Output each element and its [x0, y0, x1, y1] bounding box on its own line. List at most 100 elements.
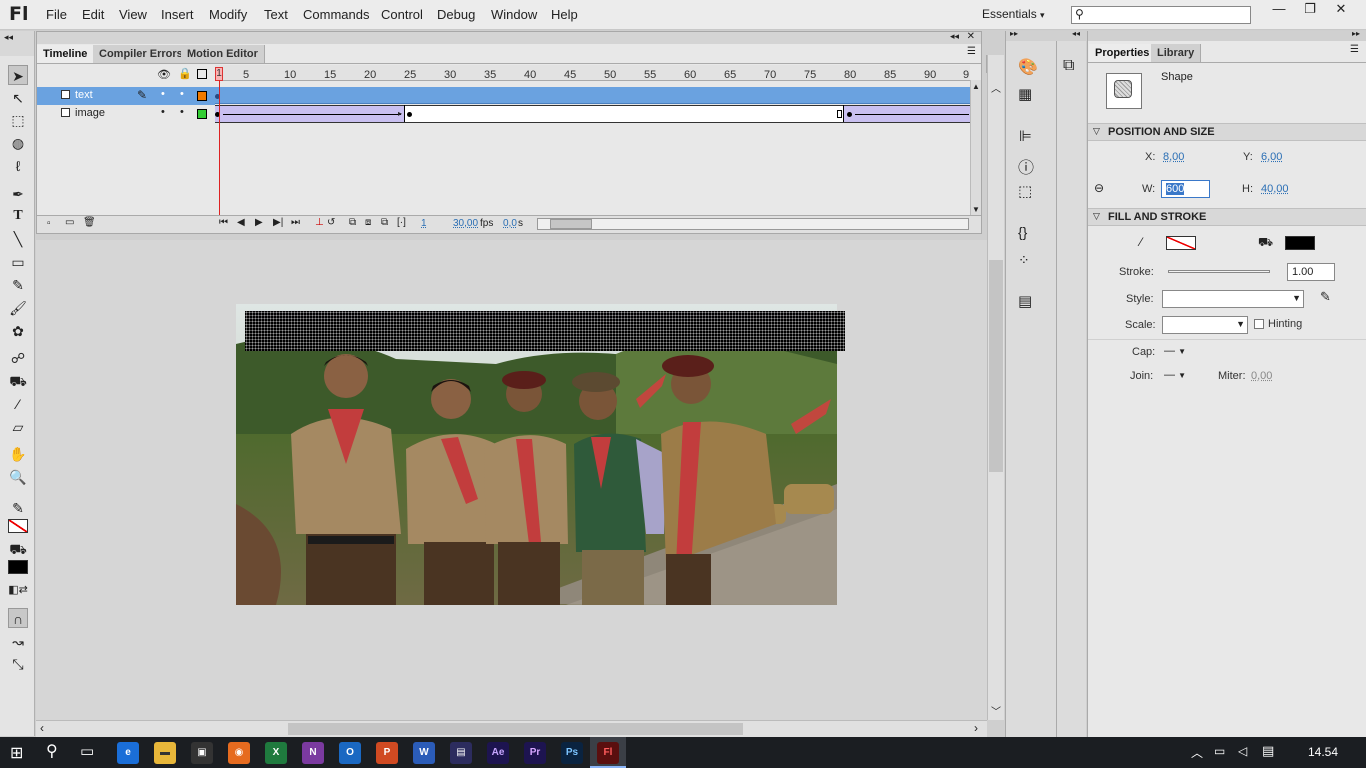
powerpoint-icon[interactable]: P — [376, 742, 398, 764]
scroll-up-icon[interactable]: ▲ — [972, 82, 980, 91]
style-select[interactable]: ▼ — [1162, 290, 1304, 308]
x-value[interactable]: 8,00 — [1163, 151, 1184, 163]
collapse-icon[interactable]: ◂◂ — [4, 32, 13, 43]
photoshop-icon[interactable]: Ps — [561, 742, 583, 764]
menu-debug[interactable]: Debug — [437, 7, 475, 22]
play-icon[interactable]: ▶ — [255, 217, 263, 228]
loop-icon[interactable]: ↺ — [327, 217, 335, 228]
free-transform-tool-icon[interactable]: ⬚ — [8, 110, 28, 130]
center-frame-icon[interactable]: ⊥ — [315, 217, 324, 228]
tab-properties[interactable]: Properties — [1089, 44, 1156, 62]
components-panel-icon[interactable]: ▤ — [1018, 292, 1032, 310]
tab-library[interactable]: Library — [1151, 44, 1201, 62]
new-layer-icon[interactable]: ▫ — [47, 218, 51, 229]
menu-insert[interactable]: Insert — [161, 7, 194, 22]
info-panel-icon[interactable]: ⓘ — [1018, 154, 1034, 178]
eraser-tool-icon[interactable]: ▱ — [8, 417, 28, 437]
hinting-checkbox[interactable] — [1254, 319, 1264, 329]
edit-stroke-style-icon[interactable]: ✎ — [1320, 289, 1331, 305]
notification-icon[interactable]: ▤ — [1262, 743, 1274, 759]
bone-tool-icon[interactable]: ☍ — [8, 348, 28, 368]
scroll-right-icon[interactable]: › — [974, 721, 978, 735]
edge-icon[interactable]: e — [117, 742, 139, 764]
tab-motion-editor[interactable]: Motion Editor — [181, 45, 265, 63]
close-panel-icon[interactable]: ✕ — [967, 31, 975, 42]
align-panel-icon[interactable]: ⊫ — [1019, 127, 1032, 145]
volume-icon[interactable]: ◁ — [1238, 744, 1247, 758]
animate-taskbar-item[interactable]: Fl — [590, 737, 626, 768]
menu-help[interactable]: Help — [551, 7, 578, 22]
swatches-panel-icon[interactable]: ▦ — [1018, 85, 1032, 103]
after-effects-icon[interactable]: Ae — [487, 742, 509, 764]
show-hidden-icons-icon[interactable]: ︿ — [1191, 744, 1203, 761]
fps-value[interactable]: 30,00 — [453, 218, 478, 229]
outline-icon[interactable] — [197, 69, 207, 79]
y-value[interactable]: 6,00 — [1261, 151, 1282, 163]
modify-markers-icon[interactable]: [·] — [397, 217, 406, 228]
collapse-panel-icon[interactable]: ◂◂ — [950, 31, 959, 42]
tab-compiler-errors[interactable]: Compiler Errors — [93, 45, 190, 63]
text-tool-icon[interactable]: T — [8, 206, 28, 226]
clock[interactable]: 14.54 — [1308, 745, 1338, 759]
layer-outline-color[interactable] — [197, 91, 207, 101]
collapse-icon[interactable]: ◂◂ — [1072, 29, 1080, 38]
swap-colors-icon[interactable]: ◧⇄ — [8, 580, 28, 600]
join-select[interactable]: — ▼ — [1164, 369, 1196, 383]
zoom-tool-icon[interactable]: 🔍 — [8, 467, 28, 487]
premiere-icon[interactable]: Pr — [524, 742, 546, 764]
collapse-icon[interactable]: ▸▸ — [1352, 29, 1360, 38]
visibility-dot[interactable]: • — [161, 88, 165, 100]
scroll-left-icon[interactable]: ‹ — [40, 721, 44, 735]
smooth-icon[interactable]: ↝ — [8, 632, 28, 652]
store-icon[interactable]: ▣ — [191, 742, 213, 764]
straighten-icon[interactable]: ⤡ — [8, 654, 28, 674]
selected-text-shape[interactable] — [245, 311, 845, 351]
lock-icon[interactable]: 🔒 — [178, 67, 192, 80]
go-to-first-frame-icon[interactable]: ⏮ — [219, 217, 228, 228]
scroll-thumb[interactable] — [288, 723, 743, 735]
selection-tool-icon[interactable]: ➤ — [8, 65, 28, 85]
fill-color-swatch[interactable] — [8, 560, 28, 574]
network-icon[interactable]: ▭ — [1214, 744, 1225, 758]
link-dimensions-icon[interactable]: ⊖ — [1094, 181, 1104, 195]
timeline-vscroll[interactable]: ▲ ▼ — [970, 80, 981, 215]
section-position-size[interactable]: ▽ POSITION AND SIZE — [1088, 123, 1366, 141]
stroke-color-swatch[interactable] — [8, 519, 28, 533]
scroll-thumb[interactable] — [550, 219, 592, 229]
cap-select[interactable]: — ▼ — [1164, 345, 1196, 359]
stroke-input[interactable]: 1.00 — [1287, 263, 1335, 281]
layer-row-image[interactable]: image • • — [37, 105, 215, 123]
menu-commands[interactable]: Commands — [303, 7, 369, 22]
h-value[interactable]: 40,00 — [1261, 183, 1289, 195]
expand-icon[interactable]: ▸▸ — [1010, 29, 1018, 38]
layer-row-text[interactable]: text ✎ • • — [37, 87, 215, 105]
menu-edit[interactable]: Edit — [82, 7, 104, 22]
deco-tool-icon[interactable]: ✿ — [8, 321, 28, 341]
delete-layer-icon[interactable]: 🗑 — [83, 217, 96, 228]
tab-timeline[interactable]: Timeline — [37, 45, 94, 63]
help-search-input[interactable]: ⚲ — [1071, 6, 1251, 24]
scale-select[interactable]: ▼ — [1162, 316, 1248, 334]
scroll-down-icon[interactable]: ﹀ — [991, 703, 1001, 718]
panel-menu-icon[interactable]: ☰ — [967, 46, 976, 57]
menu-file[interactable]: File — [46, 7, 67, 22]
current-frame[interactable]: 1 — [421, 218, 427, 229]
outlook-icon[interactable]: O — [339, 742, 361, 764]
menu-window[interactable]: Window — [491, 7, 537, 22]
file-explorer-icon[interactable]: ▬ — [154, 742, 176, 764]
new-folder-icon[interactable]: ▭ — [65, 217, 74, 228]
workspace-switcher[interactable]: Essentials ▾ — [982, 7, 1045, 21]
onenote-icon[interactable]: N — [302, 742, 324, 764]
edit-multiple-frames-icon[interactable]: ⧉ — [381, 217, 388, 228]
stroke-slider[interactable] — [1168, 270, 1270, 273]
onion-skin-outline-icon[interactable]: ⧈ — [365, 217, 371, 228]
go-to-last-frame-icon[interactable]: ⏭ — [291, 217, 300, 228]
section-fill-stroke[interactable]: ▽ FILL AND STROKE — [1088, 208, 1366, 226]
panel-menu-icon[interactable]: ☰ — [1350, 44, 1359, 55]
color-panel-icon[interactable]: 🎨 — [1018, 57, 1038, 77]
stage-hscroll[interactable]: ‹ › — [36, 720, 987, 737]
menu-control[interactable]: Control — [381, 7, 423, 22]
lasso-tool-icon[interactable]: ℓ — [8, 156, 28, 176]
line-tool-icon[interactable]: ╲ — [8, 229, 28, 249]
step-back-icon[interactable]: ◀ — [237, 217, 245, 228]
